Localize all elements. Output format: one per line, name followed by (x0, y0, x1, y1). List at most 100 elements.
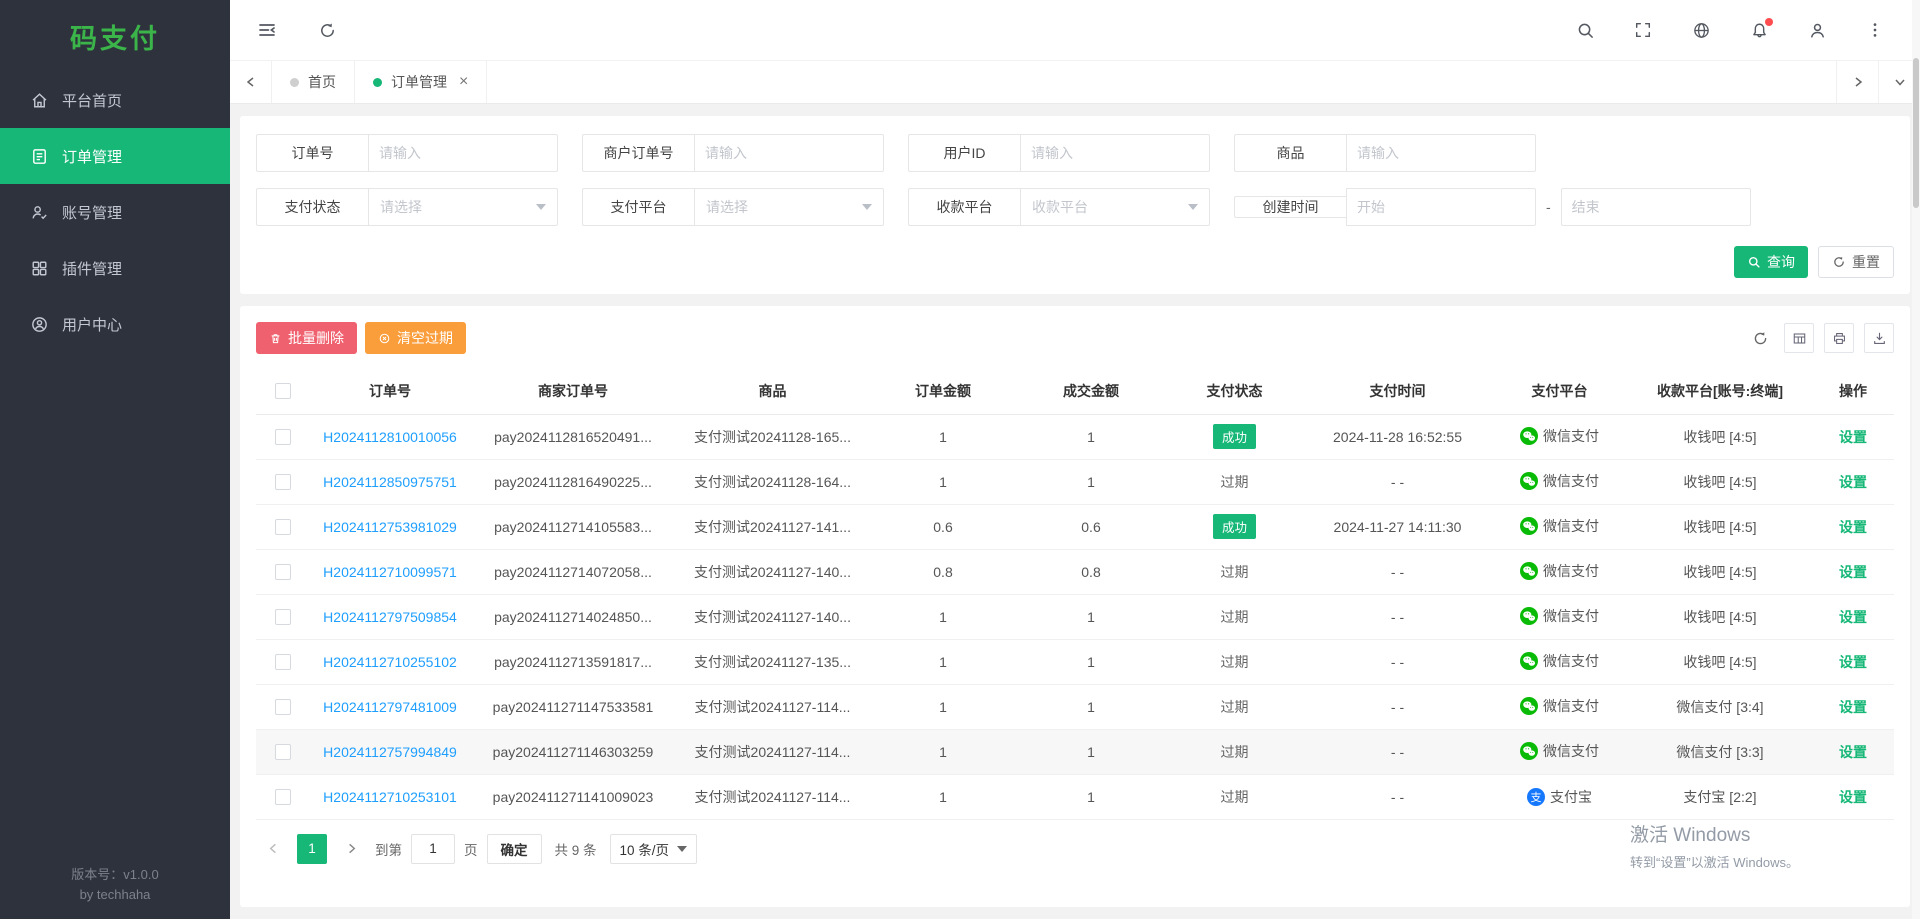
order-no-input[interactable] (368, 134, 558, 172)
merchant-no-cell: pay202411271141009023 (470, 774, 676, 819)
paid-amount-cell: 0.6 (1017, 504, 1165, 549)
end-date-input[interactable] (1561, 188, 1751, 226)
paid-amount-cell: 1 (1017, 594, 1165, 639)
row-checkbox[interactable] (275, 609, 291, 625)
per-page-select[interactable]: 10 条/页 (610, 834, 698, 864)
fullscreen-icon[interactable] (1632, 19, 1654, 41)
product-cell: 支付测试20241127-114... (676, 729, 869, 774)
order-icon (30, 147, 49, 166)
order-no-link[interactable]: H2024112710253101 (323, 789, 457, 805)
pay-status-select[interactable]: 请选择 (368, 188, 558, 226)
batch-delete-button[interactable]: 批量删除 (256, 322, 357, 354)
filter-actions: 查询 重置 (256, 246, 1894, 278)
order-no-link[interactable]: H2024112753981029 (323, 519, 457, 535)
tab-order-management[interactable]: 订单管理 × (355, 61, 487, 103)
paid-amount-cell: 1 (1017, 684, 1165, 729)
pay-time-cell: - - (1304, 549, 1491, 594)
status-text: 过期 (1221, 789, 1249, 805)
notifications-bell-icon[interactable] (1748, 19, 1770, 41)
sidebar-item-label: 订单管理 (62, 146, 122, 167)
table-row: H2024112810010056pay2024112816520491...支… (256, 414, 1894, 459)
row-settings-link[interactable]: 设置 (1839, 699, 1867, 715)
row-settings-link[interactable]: 设置 (1839, 564, 1867, 580)
language-globe-icon[interactable] (1690, 19, 1712, 41)
row-checkbox[interactable] (275, 654, 291, 670)
row-checkbox[interactable] (275, 699, 291, 715)
filter-product: 商品 (1234, 134, 1536, 172)
order-no-link[interactable]: H2024112710255102 (323, 654, 457, 670)
row-settings-link[interactable]: 设置 (1839, 609, 1867, 625)
export-icon[interactable] (1864, 323, 1894, 353)
row-checkbox[interactable] (275, 429, 291, 445)
row-settings-link[interactable]: 设置 (1839, 654, 1867, 670)
merchant-order-no-input[interactable] (694, 134, 884, 172)
order-no-link[interactable]: H2024112757994849 (323, 744, 457, 760)
confirm-page-button[interactable]: 确定 (487, 834, 542, 864)
row-settings-link[interactable]: 设置 (1839, 429, 1867, 445)
table-refresh-icon[interactable] (1746, 324, 1774, 352)
table-row: H2024112710255102pay2024112713591817...支… (256, 639, 1894, 684)
clear-expired-button[interactable]: 清空过期 (365, 322, 466, 354)
filter-panel: 订单号 商户订单号 用户ID 商品 (240, 116, 1910, 294)
chevron-down-icon (536, 204, 546, 210)
tab-label: 首页 (308, 72, 336, 92)
row-checkbox[interactable] (275, 474, 291, 490)
row-checkbox[interactable] (275, 789, 291, 805)
more-menu-icon[interactable] (1864, 19, 1886, 41)
start-date-input[interactable] (1346, 188, 1536, 226)
order-no-link[interactable]: H2024112710099571 (323, 564, 457, 580)
vertical-scrollbar[interactable] (1912, 0, 1920, 919)
search-button[interactable]: 查询 (1734, 246, 1808, 278)
receiver-cell: 微信支付 [3:4] (1628, 684, 1812, 729)
collapse-menu-icon[interactable] (256, 19, 278, 41)
order-no-link[interactable]: H2024112850975751 (323, 474, 457, 490)
sidebar-item-home[interactable]: 平台首页 (0, 72, 230, 128)
refresh-page-icon[interactable] (316, 19, 338, 41)
scrollbar-thumb[interactable] (1913, 58, 1919, 208)
row-checkbox[interactable] (275, 744, 291, 760)
user-id-input[interactable] (1020, 134, 1210, 172)
order-no-link[interactable]: H2024112797509854 (323, 609, 457, 625)
tab-home[interactable]: 首页 (272, 61, 355, 103)
pay-time-cell: 2024-11-28 16:52:55 (1304, 414, 1491, 459)
print-icon[interactable] (1824, 323, 1854, 353)
profile-icon[interactable] (1806, 19, 1828, 41)
goto-page-input[interactable] (411, 834, 455, 864)
sidebar-item-plugin-management[interactable]: 插件管理 (0, 240, 230, 296)
close-tab-icon[interactable]: × (459, 74, 468, 90)
current-page-button[interactable]: 1 (297, 834, 327, 864)
product-input[interactable] (1346, 134, 1536, 172)
reset-button[interactable]: 重置 (1818, 246, 1894, 278)
plugin-icon (30, 259, 49, 278)
status-text: 过期 (1221, 474, 1249, 490)
order-amount-cell: 1 (869, 594, 1017, 639)
columns-filter-icon[interactable] (1784, 323, 1814, 353)
main-area: 首页 订单管理 × 订单号 (230, 0, 1920, 919)
pay-platform-select[interactable]: 请选择 (694, 188, 884, 226)
row-settings-link[interactable]: 设置 (1839, 474, 1867, 490)
sidebar-item-account-management[interactable]: 账号管理 (0, 184, 230, 240)
sidebar-item-user-center[interactable]: 用户中心 (0, 296, 230, 352)
receive-platform-select[interactable]: 收款平台 (1020, 188, 1210, 226)
select-all-checkbox[interactable] (275, 383, 291, 399)
row-settings-link[interactable]: 设置 (1839, 744, 1867, 760)
tabs-scroll-right-icon[interactable] (1836, 61, 1878, 103)
tabs-scroll-left-icon[interactable] (230, 61, 272, 103)
row-checkbox[interactable] (275, 564, 291, 580)
row-settings-link[interactable]: 设置 (1839, 789, 1867, 805)
next-page-button[interactable] (336, 834, 366, 864)
platform-name: 支付宝 (1550, 787, 1592, 807)
sidebar-item-order-management[interactable]: 订单管理 (0, 128, 230, 184)
column-header: 支付时间 (1304, 368, 1491, 414)
table-row: H2024112757994849pay202411271146303259支付… (256, 729, 1894, 774)
paid-amount-cell: 1 (1017, 459, 1165, 504)
wechat-pay-icon (1520, 517, 1538, 535)
order-no-link[interactable]: H2024112797481009 (323, 699, 457, 715)
order-no-link[interactable]: H2024112810010056 (323, 429, 457, 445)
receiver-cell: 收钱吧 [4:5] (1628, 549, 1812, 594)
row-settings-link[interactable]: 设置 (1839, 519, 1867, 535)
row-checkbox[interactable] (275, 519, 291, 535)
filter-pay-status: 支付状态 请选择 (256, 188, 558, 226)
search-icon[interactable] (1574, 19, 1596, 41)
prev-page-button[interactable] (258, 834, 288, 864)
